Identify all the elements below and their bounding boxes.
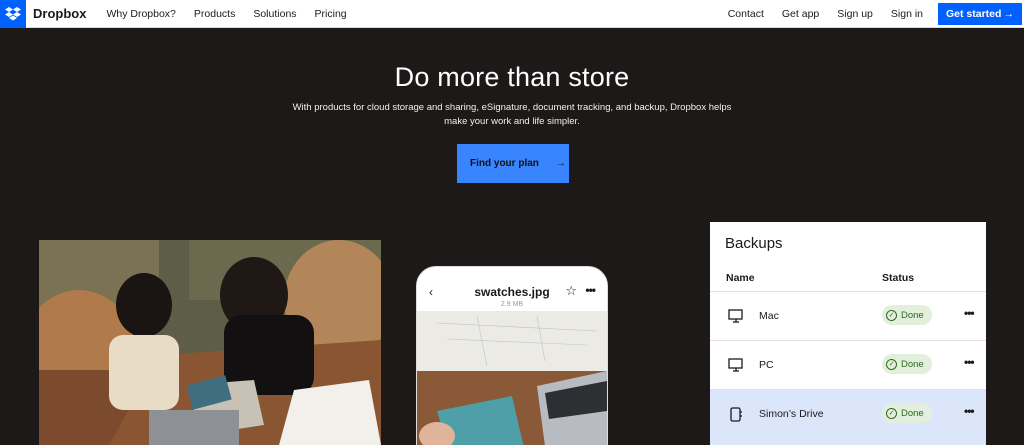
backups-title: Backups	[725, 235, 783, 252]
hero-subtitle: With products for cloud storage and shar…	[292, 102, 732, 127]
phone-header: ‹ swatches.jpg 2.9 MB ☆ •••	[417, 267, 607, 311]
backup-name: PC	[759, 359, 774, 371]
nav-link-solutions[interactable]: Solutions	[253, 8, 296, 20]
more-options-icon[interactable]: •••	[964, 404, 975, 418]
monitor-icon	[728, 358, 744, 372]
backup-row-simons-drive[interactable]: Simon’s Drive ✓ Done •••	[710, 389, 986, 445]
arrow-right-icon: →	[555, 158, 566, 169]
column-header-name: Name	[726, 272, 755, 284]
nav-link-sign-up[interactable]: Sign up	[828, 8, 882, 20]
status-badge: ✓ Done	[882, 354, 932, 374]
backup-name: Simon’s Drive	[759, 408, 824, 420]
status-badge: ✓ Done	[882, 403, 932, 423]
file-name: swatches.jpg	[474, 285, 550, 299]
drive-icon	[728, 407, 744, 422]
status-label: Done	[901, 407, 924, 419]
star-icon[interactable]: ☆	[565, 283, 577, 299]
more-options-icon[interactable]: •••	[585, 283, 596, 297]
backups-panel: Backups Name Status Mac ✓ Done ••• PC ✓ …	[710, 222, 986, 445]
nav-link-get-app[interactable]: Get app	[773, 8, 828, 20]
hero-title: Do more than store	[394, 62, 630, 92]
more-options-icon[interactable]: •••	[964, 355, 975, 369]
nav-link-pricing[interactable]: Pricing	[315, 8, 347, 20]
backup-row-mac[interactable]: Mac ✓ Done •••	[710, 291, 986, 340]
status-label: Done	[901, 358, 924, 370]
nav-link-why-dropbox[interactable]: Why Dropbox?	[106, 8, 175, 20]
nav-link-sign-in[interactable]: Sign in	[882, 8, 932, 20]
phone-mockup: ‹ swatches.jpg 2.9 MB ☆ •••	[416, 266, 608, 445]
find-your-plan-label: Find your plan	[470, 158, 539, 169]
column-header-status: Status	[882, 272, 915, 284]
people-working-photo	[39, 240, 381, 445]
nav-link-contact[interactable]: Contact	[719, 8, 773, 20]
status-badge: ✓ Done	[882, 305, 932, 325]
brand-name[interactable]: Dropbox	[33, 6, 86, 21]
monitor-icon	[728, 309, 744, 323]
arrow-right-icon: →	[1003, 7, 1015, 20]
more-options-icon[interactable]: •••	[964, 306, 975, 320]
backup-name: Mac	[759, 310, 779, 322]
check-circle-icon: ✓	[886, 309, 897, 321]
status-label: Done	[901, 309, 924, 321]
check-circle-icon: ✓	[886, 358, 897, 370]
dropbox-logo-icon[interactable]	[0, 0, 26, 28]
top-navigation: Dropbox Why Dropbox? Products Solutions …	[0, 0, 1024, 28]
get-started-button[interactable]: Get started →	[938, 2, 1022, 25]
backup-row-pc[interactable]: PC ✓ Done •••	[710, 340, 986, 389]
get-started-label: Get started	[946, 7, 1002, 20]
file-size: 2.9 MB	[500, 301, 524, 308]
check-circle-icon: ✓	[886, 407, 897, 419]
nav-link-products[interactable]: Products	[194, 8, 235, 20]
find-your-plan-button[interactable]: Find your plan →	[457, 144, 569, 183]
swatches-photo	[417, 311, 607, 445]
